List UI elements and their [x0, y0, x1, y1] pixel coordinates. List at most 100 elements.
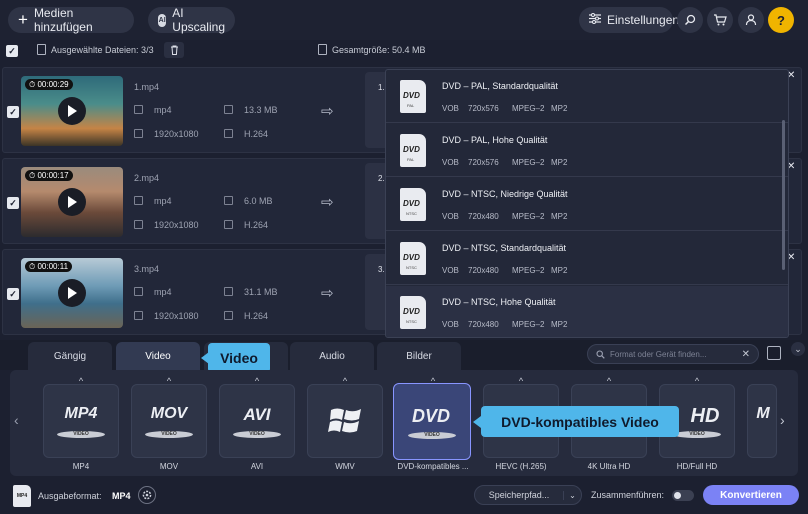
search-placeholder: Format oder Gerät finden...	[610, 349, 707, 359]
convert-button[interactable]: Konvertieren	[703, 485, 799, 505]
ai-upscaling-label: AI Upscaling	[172, 6, 225, 34]
format-strip: ‹ ^ MP4 VIDEO MP4 ^ MOV VIDEO MOV ^ AVI …	[10, 370, 798, 476]
chevron-down-icon[interactable]: ⌄	[563, 490, 581, 500]
resolution-icon	[134, 311, 143, 320]
preset-item[interactable]: DVD PAL DVD – PAL, Standardqualität VOB 7…	[386, 70, 788, 123]
cart-icon	[714, 14, 727, 26]
preset-item[interactable]: DVD NTSC DVD – NTSC, Hohe Qualität VOB 72…	[386, 286, 788, 337]
format-card-mov[interactable]: MOV VIDEO	[131, 384, 207, 458]
preset-title: DVD – PAL, Hohe Qualität	[442, 135, 548, 145]
preset-resolution: 720x480	[468, 212, 499, 221]
format-label: HD/Full HD	[676, 462, 718, 471]
video-thumbnail[interactable]: ⏱ 00:00:29	[21, 76, 123, 146]
device-detect-button[interactable]	[767, 346, 781, 360]
play-button[interactable]	[58, 97, 86, 125]
preset-resolution: 720x480	[468, 320, 499, 329]
output-file-name: 2.	[378, 174, 385, 183]
output-settings-button[interactable]	[138, 486, 156, 504]
preset-dropdown: DVD PAL DVD – PAL, Standardqualität VOB 7…	[385, 69, 789, 338]
disc-graphic: VIDEO	[673, 431, 721, 438]
play-button[interactable]	[58, 279, 86, 307]
trash-icon	[170, 45, 178, 55]
convert-arrow-icon: ⇨	[321, 103, 334, 120]
format-card-avi[interactable]: AVI VIDEO	[219, 384, 295, 458]
tab-popular[interactable]: Gängig	[28, 342, 112, 370]
file-name: 3.mp4	[134, 264, 160, 274]
format-label: WMV	[335, 462, 355, 471]
tab-audio[interactable]: Audio	[290, 342, 374, 370]
preset-item[interactable]: DVD NTSC DVD – NTSC, Niedrige Qualität VO…	[386, 178, 788, 231]
search-button[interactable]	[677, 7, 703, 33]
container-icon	[134, 105, 143, 114]
file-resolution: 1920x1080	[154, 129, 199, 139]
account-button[interactable]	[738, 7, 764, 33]
ai-upscaling-button[interactable]: AI AI Upscaling	[148, 6, 235, 34]
row-checkbox[interactable]: ✓	[7, 106, 19, 118]
dvd-preset-icon: DVD NTSC	[400, 296, 426, 329]
settings-button[interactable]: Einstellungen	[579, 7, 679, 33]
preset-item[interactable]: DVD NTSC DVD – NTSC, Standardqualität VOB…	[386, 232, 788, 285]
format-label: MOV	[159, 462, 179, 471]
video-thumbnail[interactable]: ⏱ 00:00:11	[21, 258, 123, 328]
settings-label: Einstellungen	[607, 13, 680, 27]
format-label: HEVC (H.265)	[495, 462, 547, 471]
format-card-wmv[interactable]	[307, 384, 383, 458]
tab-popular-label: Gängig	[53, 350, 87, 362]
preset-resolution: 720x576	[468, 104, 499, 113]
format-search-field[interactable]: Format oder Gerät finden... ✕	[587, 344, 759, 364]
preset-container: VOB	[442, 266, 459, 275]
format-card-more[interactable]: M	[747, 384, 777, 458]
windows-logo-icon	[328, 408, 361, 433]
play-icon	[68, 196, 77, 208]
resolution-icon	[134, 220, 143, 229]
preset-codec: MPEG–2	[512, 158, 545, 167]
preset-codec: MPEG–2	[512, 266, 545, 275]
selected-files-count: Ausgewählte Dateien: 3/3	[51, 45, 154, 55]
tab-images-label: Bilder	[406, 350, 432, 362]
clear-search-icon[interactable]: ✕	[742, 349, 750, 360]
format-card-dvd[interactable]: DVD VIDEO	[393, 383, 471, 460]
help-button[interactable]: ?	[768, 7, 794, 33]
dropdown-scrollbar[interactable]	[782, 120, 785, 270]
file-resolution: 1920x1080	[154, 311, 199, 321]
disc-graphic: VIDEO	[233, 431, 281, 438]
preset-container: VOB	[442, 212, 459, 221]
video-thumbnail[interactable]: ⏱ 00:00:17	[21, 167, 123, 237]
video-callout-pointer	[201, 352, 209, 364]
play-icon	[68, 287, 77, 299]
file-container: mp4	[154, 196, 172, 206]
format-card-mp4[interactable]: MP4 VIDEO	[43, 384, 119, 458]
tab-video[interactable]: Video	[116, 342, 200, 370]
preset-container: VOB	[442, 158, 459, 167]
collapse-chevron-icon[interactable]: ⌄	[791, 342, 805, 356]
output-format-value: MP4	[112, 491, 131, 501]
filesize-icon	[224, 287, 233, 296]
plus-icon: +	[18, 10, 28, 29]
merge-toggle[interactable]	[672, 490, 694, 501]
row-checkbox[interactable]: ✓	[7, 288, 19, 300]
chevron-right-icon[interactable]: ›	[780, 412, 785, 428]
total-size: Gesamtgröße: 50.4 MB	[332, 45, 426, 55]
dvd-preset-icon: DVD PAL	[400, 134, 426, 167]
save-path-field[interactable]: Speicherpfad... ⌄	[474, 485, 582, 505]
output-file-name: 1.	[378, 83, 385, 92]
chevron-left-icon[interactable]: ‹	[14, 412, 19, 428]
document-icon	[318, 44, 327, 55]
play-button[interactable]	[58, 188, 86, 216]
select-all-checkbox[interactable]: ✓	[6, 45, 18, 57]
duration-badge: ⏱ 00:00:17	[25, 170, 73, 181]
preset-audio: MP2	[551, 266, 568, 275]
convert-label: Konvertieren	[720, 489, 782, 501]
file-size: 6.0 MB	[244, 196, 273, 206]
more-format-logo: M	[756, 405, 770, 422]
output-format-label: Ausgabeformat:	[38, 491, 102, 501]
preset-item[interactable]: DVD PAL DVD – PAL, Hohe Qualität VOB 720x…	[386, 124, 788, 177]
tab-images[interactable]: Bilder	[377, 342, 461, 370]
files-icon	[37, 44, 46, 55]
add-media-button[interactable]: + Medien hinzufügen	[8, 6, 134, 34]
trash-button[interactable]	[164, 42, 184, 58]
cart-button[interactable]	[707, 7, 733, 33]
row-checkbox[interactable]: ✓	[7, 197, 19, 209]
search-icon	[684, 14, 696, 26]
gear-icon	[142, 490, 152, 500]
